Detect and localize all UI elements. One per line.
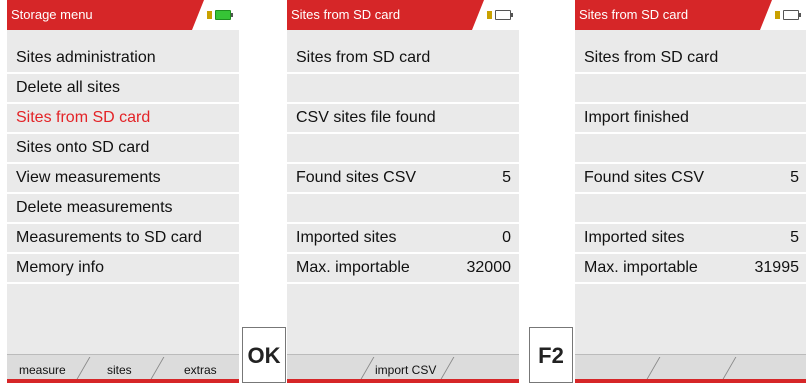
menu-item-memory-info[interactable]: Memory info [7,254,239,284]
info-row [287,134,519,164]
softkey-bar: measure sites extras [7,354,239,383]
info-row-imported: Imported sites 0 [287,224,519,254]
softkey-sites[interactable]: sites [107,363,132,377]
softkey-separator [150,357,165,379]
f2-key[interactable]: F2 [529,327,573,383]
menu-item-sites-onto-sd-card[interactable]: Sites onto SD card [7,134,239,164]
title-bar: Storage menu [7,0,239,30]
info-row-max: Max. importable 31995 [575,254,806,284]
screen-title: Sites from SD card [291,7,401,22]
softkey-separator [722,357,737,379]
battery-icon [495,10,513,20]
softkey-separator [646,357,661,379]
info-list: Sites from SD card Import finished Found… [575,44,806,284]
info-row-status: Import finished [575,104,806,134]
plug-icon [775,11,780,19]
screen-title: Storage menu [11,7,93,22]
accent-line [287,379,519,383]
battery-icon [783,10,801,20]
info-row-found: Found sites CSV 5 [575,164,806,194]
softkey-bar [575,354,806,383]
storage-menu-screen: Storage menu Sites administration Delete… [7,0,239,383]
info-row: Sites from SD card [575,44,806,74]
softkey-extras[interactable]: extras [184,363,217,377]
menu-item-sites-administration[interactable]: Sites administration [7,44,239,74]
import-finished-screen: Sites from SD card Sites from SD card Im… [575,0,806,383]
info-row-found: Found sites CSV 5 [287,164,519,194]
menu-item-view-measurements[interactable]: View measurements [7,164,239,194]
ok-key[interactable]: OK [242,327,286,383]
info-row: Sites from SD card [287,44,519,74]
screen-title: Sites from SD card [579,7,689,22]
softkey-separator [440,357,455,379]
accent-line [7,379,239,383]
info-row [287,194,519,224]
battery-icon [215,10,233,20]
menu-item-sites-from-sd-card[interactable]: Sites from SD card [7,104,239,134]
info-row-max: Max. importable 32000 [287,254,519,284]
menu-list: Sites administration Delete all sites Si… [7,44,239,284]
info-list: Sites from SD card CSV sites file found … [287,44,519,284]
softkey-separator [360,357,375,379]
menu-item-delete-all-sites[interactable]: Delete all sites [7,74,239,104]
title-bar: Sites from SD card [575,0,806,30]
softkey-bar: import CSV [287,354,519,383]
softkey-import-csv[interactable]: import CSV [375,363,436,377]
status-area [760,0,806,30]
info-row [575,194,806,224]
menu-item-delete-measurements[interactable]: Delete measurements [7,194,239,224]
title-bar: Sites from SD card [287,0,519,30]
info-row [575,134,806,164]
info-row [575,74,806,104]
sites-from-sd-screen: Sites from SD card Sites from SD card CS… [287,0,519,383]
status-area [472,0,519,30]
softkey-measure[interactable]: measure [19,363,66,377]
status-area [192,0,239,30]
info-row-imported: Imported sites 5 [575,224,806,254]
softkey-separator [76,357,91,379]
plug-icon [207,11,212,19]
accent-line [575,379,806,383]
plug-icon [487,11,492,19]
menu-item-measurements-to-sd-card[interactable]: Measurements to SD card [7,224,239,254]
info-row [287,74,519,104]
info-row-status: CSV sites file found [287,104,519,134]
